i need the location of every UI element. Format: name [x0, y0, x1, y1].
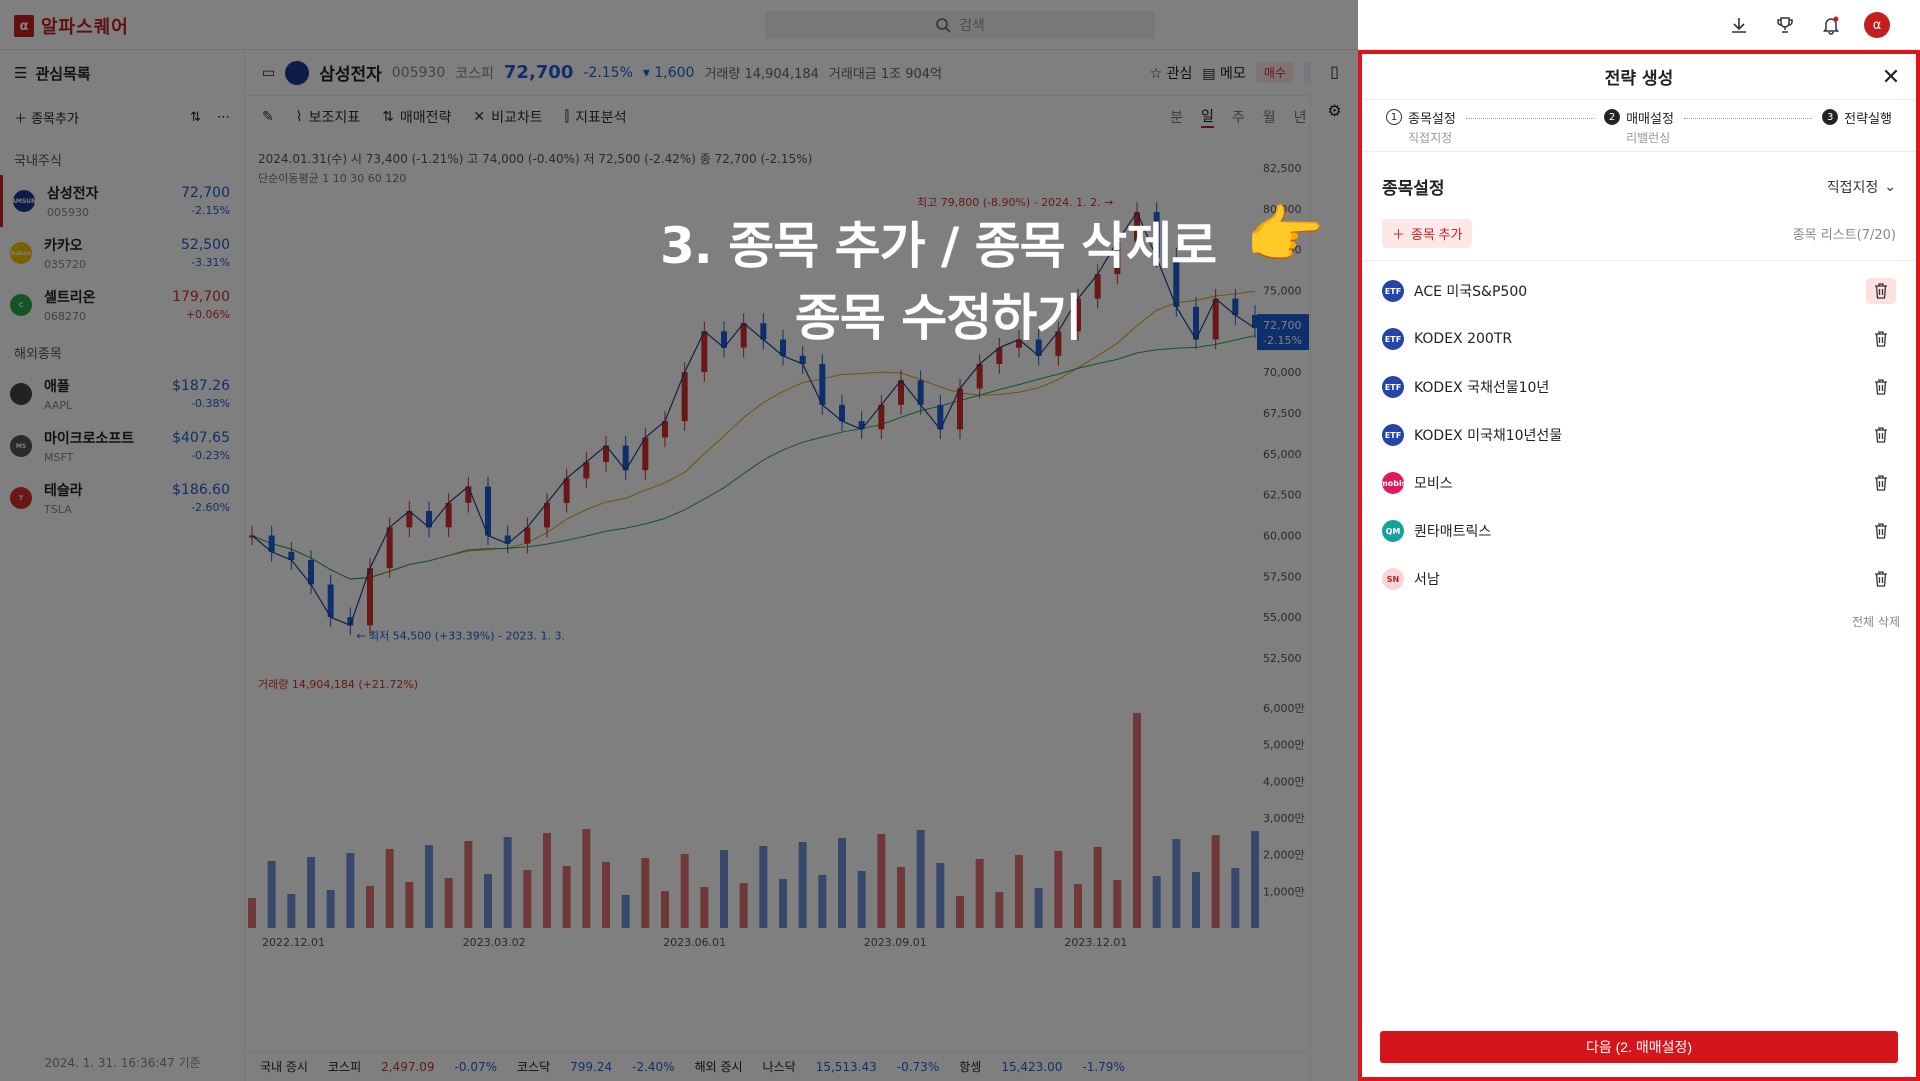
step-sub: 직접지정	[1408, 131, 1453, 145]
pointing-hand-icon: 👉	[1245, 199, 1325, 273]
chevron-down-icon: ⌄	[1884, 178, 1896, 195]
delete-button[interactable]	[1866, 374, 1896, 400]
step-indicator: 1 종목설정직접지정 2 매매설정리밸런싱 3 전략실행	[1362, 100, 1916, 152]
step-label: 종목설정	[1408, 112, 1456, 127]
plus-icon: ＋	[1392, 227, 1406, 242]
list-item[interactable]: mobis 모비스	[1379, 459, 1896, 507]
delete-button[interactable]	[1866, 326, 1896, 352]
step-label-wrap: 전략실행	[1844, 108, 1892, 129]
list-item[interactable]: ETF KODEX 미국채10년선물	[1382, 411, 1896, 459]
panel-title: 전략 생성	[1604, 69, 1674, 89]
step-number: 3	[1822, 109, 1839, 125]
clear-all-button[interactable]: 전체 삭제	[1362, 603, 1916, 640]
step-sub: 리밸런싱	[1626, 131, 1671, 145]
step-number: 2	[1604, 109, 1621, 125]
item-list: ETF ACE 미국S&P500 ETF KODEX 200TR ETF KODEX 국채…	[1362, 261, 1916, 603]
trash-icon	[1875, 379, 1887, 395]
step-label-wrap: 종목설정직접지정	[1408, 108, 1456, 146]
item-logo-icon: ETF	[1382, 376, 1404, 398]
caption-line1: 3. 종목 추가 / 종목 삭제로	[660, 217, 1217, 275]
step-label: 전략실행	[1844, 112, 1892, 127]
step-item[interactable]: 2 매매설정리밸런싱	[1604, 108, 1674, 146]
list-item[interactable]: SN 서남	[1382, 555, 1896, 603]
trash-icon	[1875, 427, 1887, 443]
trash-icon	[1875, 523, 1887, 539]
next-button[interactable]: 다음 (2. 매매설정)	[1380, 1031, 1898, 1063]
list-item[interactable]: QM 퀀타매트릭스	[1382, 507, 1896, 555]
step-item[interactable]: 1 종목설정직접지정	[1386, 108, 1456, 146]
step-connector	[1683, 118, 1813, 119]
step-connector	[1465, 118, 1595, 119]
close-icon[interactable]: ✕	[1878, 64, 1904, 90]
item-name: KODEX 미국채10년선물	[1414, 428, 1563, 444]
item-logo-icon: QM	[1382, 520, 1404, 542]
delete-button[interactable]	[1866, 422, 1896, 448]
item-logo-icon: ETF	[1382, 424, 1404, 446]
list-item[interactable]: ETF KODEX 200TR	[1382, 315, 1896, 363]
section-title: 종목설정	[1382, 179, 1445, 199]
item-name: KODEX 200TR	[1414, 331, 1513, 347]
trash-icon	[1875, 475, 1887, 491]
delete-button[interactable]	[1866, 470, 1896, 496]
item-name: ACE 미국S&P500	[1414, 284, 1528, 300]
mode-dropdown[interactable]: 직접지정 ⌄	[1827, 177, 1896, 197]
delete-button[interactable]	[1866, 566, 1896, 592]
caption-line2: 종목 수정하기	[794, 289, 1082, 347]
step-item[interactable]: 3 전략실행	[1822, 108, 1892, 129]
step-label: 매매설정	[1626, 112, 1674, 127]
step-label-wrap: 매매설정리밸런싱	[1626, 108, 1674, 146]
item-name: KODEX 국채선물10년	[1414, 380, 1550, 396]
trash-icon	[1875, 331, 1887, 347]
user-avatar[interactable]: α	[1864, 12, 1890, 38]
step-number: 1	[1386, 109, 1402, 125]
tutorial-overlay: 3. 종목 추가 / 종목 삭제로 종목 수정하기 👉	[0, 0, 1358, 1081]
item-logo-icon: SN	[1382, 568, 1404, 590]
download-icon[interactable]	[1726, 12, 1752, 38]
tutorial-caption: 3. 종목 추가 / 종목 삭제로 종목 수정하기	[660, 210, 1217, 354]
list-item[interactable]: ETF KODEX 국채선물10년	[1382, 363, 1896, 411]
delete-button[interactable]	[1866, 518, 1896, 544]
item-logo-icon: ETF	[1382, 280, 1404, 302]
item-logo-icon: mobis	[1379, 472, 1407, 494]
add-item-button[interactable]: ＋ 종목 추가	[1382, 219, 1473, 248]
delete-button[interactable]	[1866, 278, 1896, 304]
trash-icon	[1875, 571, 1887, 587]
trash-icon	[1875, 283, 1887, 299]
add-item-label: 종목 추가	[1411, 227, 1463, 242]
list-item[interactable]: ETF ACE 미국S&P500	[1382, 267, 1896, 315]
bell-icon[interactable]	[1818, 12, 1844, 38]
item-logo-icon: ETF	[1382, 328, 1404, 350]
trophy-icon[interactable]	[1772, 12, 1798, 38]
strategy-panel: 전략 생성 ✕ 1 종목설정 직접지정 2 매매설정 리밸런싱 3 전략실행 종목설정 직접지…	[1358, 50, 1920, 1081]
item-name: 서남	[1414, 572, 1440, 588]
list-count: 종목 리스트(7/20)	[1792, 228, 1896, 243]
item-name: 퀀타매트릭스	[1414, 524, 1492, 540]
mode-value: 직접지정	[1826, 179, 1879, 196]
item-name: 모비스	[1414, 476, 1453, 492]
